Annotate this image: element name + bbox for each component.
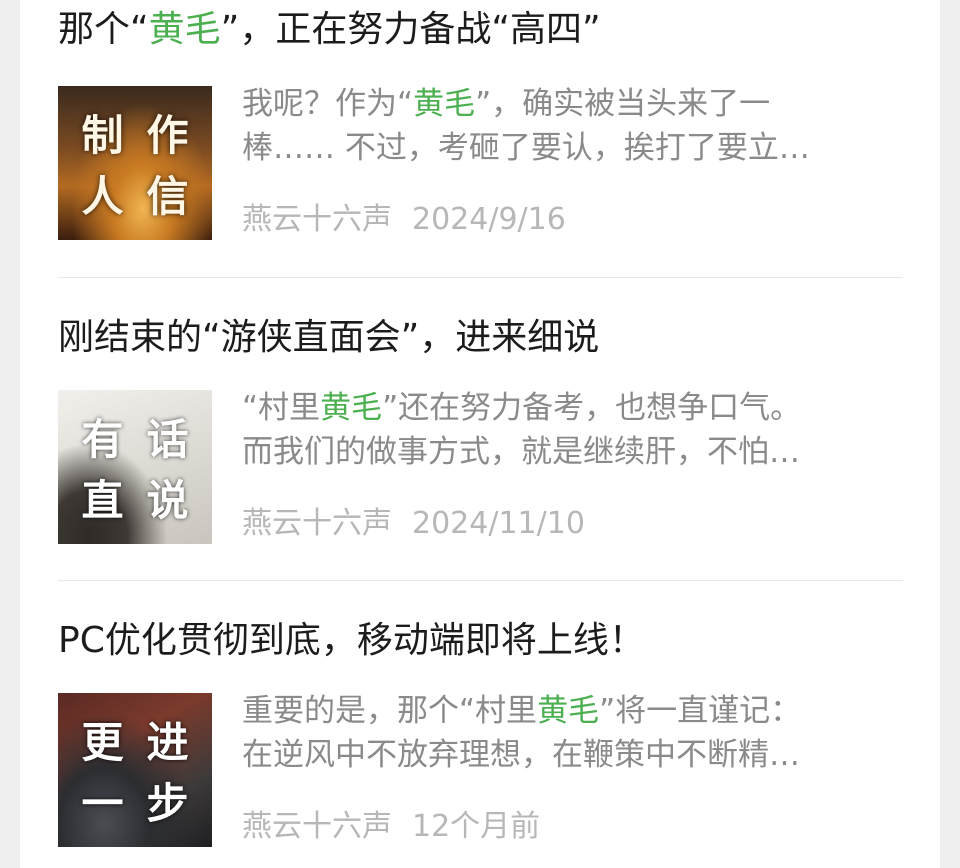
divider — [58, 277, 903, 278]
article-summary: 我呢？作为“黄毛”，确实被当头来了一 棒…… 不过，考砸了要认，挨打了要立… — [242, 82, 902, 170]
article-meta: 燕云十六声 2024/11/10 — [242, 504, 585, 544]
article-list: 那个“黄毛”，正在努力备战“高四” 制 作 人 信 我呢？作为“黄毛”，确实被当… — [20, 0, 940, 868]
summary-text: ”将一直谨记： — [599, 693, 802, 729]
article-summary: 重要的是，那个“村里黄毛”将一直谨记： 在逆风中不放弃理想，在鞭策中不断精… — [242, 689, 902, 777]
thumbnail-char: 一 — [81, 779, 124, 828]
thumbnail-caption: 更 进 一 步 — [58, 693, 212, 847]
summary-text: ”还在努力备考，也想争口气。 — [382, 390, 802, 426]
article-thumbnail[interactable]: 制 作 人 信 — [58, 86, 212, 240]
article-item[interactable]: 刚结束的“游侠直面会”，进来细说 有 话 直 说 “村里黄毛”还在努力备考，也想… — [58, 314, 903, 554]
thumbnail-char: 直 — [81, 476, 124, 525]
article-source: 燕云十六声 — [242, 506, 392, 541]
thumbnail-char: 信 — [146, 172, 189, 221]
thumbnail-char: 说 — [146, 476, 189, 525]
thumbnail-caption: 有 话 直 说 — [58, 390, 212, 544]
summary-line: 重要的是，那个“村里黄毛”将一直谨记： — [242, 689, 902, 733]
thumbnail-char: 人 — [81, 172, 124, 221]
title-text: 刚结束的“游侠直面会”，进来细说 — [58, 317, 600, 358]
article-title[interactable]: PC优化贯彻到底，移动端即将上线！ — [58, 617, 645, 665]
summary-highlight: 黄毛 — [413, 86, 476, 122]
summary-text: ”，确实被当头来了一 — [475, 86, 771, 122]
thumbnail-char: 制 — [81, 111, 124, 160]
divider — [58, 580, 903, 581]
title-text: PC优化贯彻到底，移动端即将上线！ — [58, 620, 645, 661]
article-date: 12个月前 — [412, 809, 541, 844]
summary-highlight: 黄毛 — [537, 693, 600, 729]
thumbnail-caption: 制 作 人 信 — [58, 86, 212, 240]
title-text: 那个“ — [58, 9, 149, 50]
summary-highlight: 黄毛 — [320, 390, 383, 426]
summary-line: 在逆风中不放弃理想，在鞭策中不断精… — [242, 737, 800, 773]
article-meta: 燕云十六声 2024/9/16 — [242, 200, 566, 240]
summary-text: “村里 — [242, 390, 321, 426]
thumbnail-char: 作 — [146, 111, 189, 160]
thumbnail-char: 话 — [146, 415, 189, 464]
article-meta: 燕云十六声 12个月前 — [242, 807, 540, 847]
article-source: 燕云十六声 — [242, 202, 392, 237]
article-source: 燕云十六声 — [242, 809, 392, 844]
article-date: 2024/9/16 — [412, 202, 566, 237]
article-item[interactable]: PC优化贯彻到底，移动端即将上线！ 更 进 一 步 重要的是，那个“村里黄毛”将… — [58, 617, 903, 857]
article-title[interactable]: 刚结束的“游侠直面会”，进来细说 — [58, 314, 599, 362]
article-thumbnail[interactable]: 更 进 一 步 — [58, 693, 212, 847]
article-title[interactable]: 那个“黄毛”，正在努力备战“高四” — [58, 6, 601, 54]
article-item[interactable]: 那个“黄毛”，正在努力备战“高四” 制 作 人 信 我呢？作为“黄毛”，确实被当… — [58, 6, 903, 246]
summary-line: 我呢？作为“黄毛”，确实被当头来了一 — [242, 82, 902, 126]
summary-text: 重要的是，那个“村里 — [242, 693, 538, 729]
thumbnail-char: 有 — [81, 415, 124, 464]
article-summary: “村里黄毛”还在努力备考，也想争口气。 而我们的做事方式，就是继续肝，不怕… — [242, 386, 902, 474]
article-thumbnail[interactable]: 有 话 直 说 — [58, 390, 212, 544]
summary-text: 我呢？作为“ — [242, 86, 414, 122]
thumbnail-char: 步 — [146, 779, 189, 828]
title-text: ”，正在努力备战“高四” — [220, 9, 601, 50]
summary-line: 而我们的做事方式，就是继续肝，不怕… — [242, 434, 800, 470]
article-date: 2024/11/10 — [412, 506, 585, 541]
thumbnail-char: 进 — [146, 718, 189, 767]
summary-line: “村里黄毛”还在努力备考，也想争口气。 — [242, 386, 902, 430]
thumbnail-char: 更 — [81, 718, 124, 767]
summary-line: 棒…… 不过，考砸了要认，挨打了要立… — [242, 130, 810, 166]
title-highlight: 黄毛 — [148, 9, 221, 50]
